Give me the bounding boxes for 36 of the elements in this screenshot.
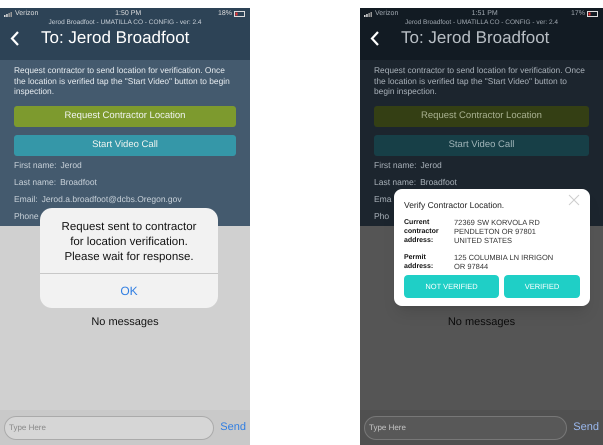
battery-icon [234,11,246,17]
send-button[interactable]: Send [220,419,246,436]
header-title: To: Jerod Broadfoot [401,27,550,49]
battery-icon [586,11,599,17]
field-value: Broadfoot [60,176,97,188]
header-title: To: Jerod Broadfoot [41,27,190,49]
back-icon[interactable] [10,30,19,46]
message-input[interactable]: Type Here [364,416,568,440]
ok-button[interactable]: OK [40,274,218,308]
signal-icon [364,12,372,16]
action-button[interactable]: Start Video Call [14,134,236,156]
field-label: Last name: [14,176,56,188]
empty-messages-text: No messages [448,315,516,328]
send-button[interactable]: Send [573,419,599,436]
field-label: First name: [374,158,417,170]
signal-icon [4,12,12,16]
field-label: First name: [14,158,57,170]
field-label: Phone [14,210,39,222]
field-label: Last name: [374,176,416,188]
field-value: Broadfoot [420,176,457,188]
field-label: Ema [374,192,392,204]
action-button[interactable]: Request Contractor Location [374,106,589,126]
empty-messages-text: No messages [91,315,159,328]
field-label: Pho [374,210,390,222]
action-button[interactable]: Start Video Call [374,134,589,156]
instructions-text: Request contractor to send location for verification. Once the location is verified tap the "Start Video" button to begin inspection. [14,65,231,96]
field-value: Jerod [420,158,442,170]
back-icon[interactable] [370,30,379,46]
field-value: Jerod.a.broadfoot@dcbs.Oregon.gov [42,192,182,204]
field-value: Jerod [60,158,82,170]
action-button[interactable]: Request Contractor Location [14,106,236,126]
field-label: Email: [14,192,38,204]
dialog-title: Verify Contractor Location. [404,199,504,212]
message-input[interactable]: Type Here [4,416,214,440]
alert-message: Request sent to contractor for location verification. Please wait for response. [60,220,198,265]
instructions-text: Request contractor to send location for verification. Once the location is verified tap the "Start Video" button to begin inspection. [374,65,586,96]
